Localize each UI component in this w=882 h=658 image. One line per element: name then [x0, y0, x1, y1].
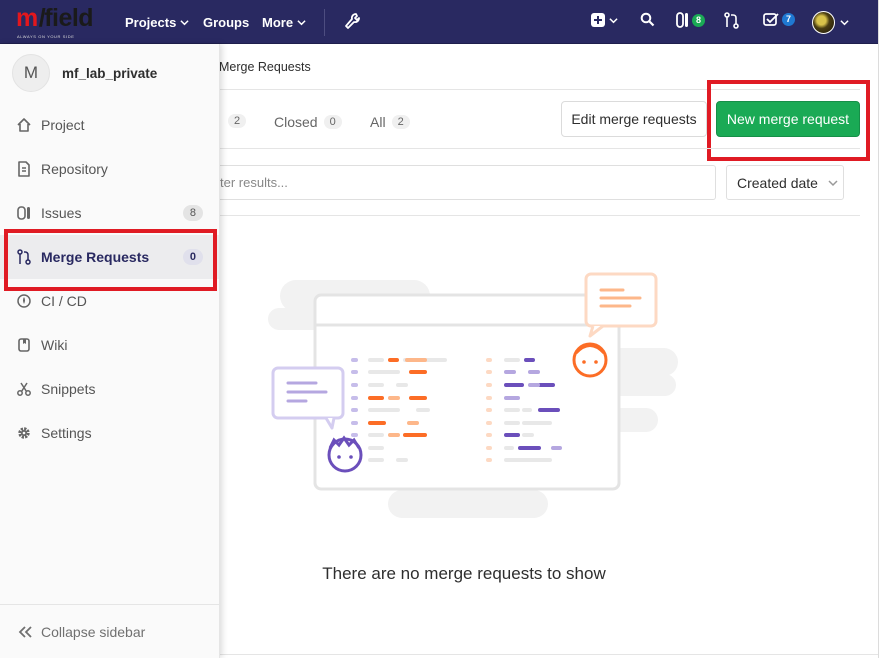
- sidebar-item-label: Issues: [41, 205, 82, 221]
- plus-square-icon: [591, 13, 605, 27]
- sidebar-item-settings[interactable]: Settings: [0, 411, 219, 455]
- nav-separator: [324, 9, 325, 36]
- sidebar-item-wiki[interactable]: Wiki: [0, 323, 219, 367]
- divider: [220, 215, 860, 216]
- sidebar-item-label: Project: [41, 117, 85, 133]
- edit-merge-requests-button[interactable]: Edit merge requests: [561, 101, 707, 137]
- rocket-icon: [16, 293, 32, 309]
- sidebar-item-label: CI / CD: [41, 293, 87, 309]
- document-icon: [16, 161, 32, 177]
- nav-groups[interactable]: Groups: [203, 15, 249, 30]
- sidebar-item-project[interactable]: Project: [0, 103, 219, 147]
- issues-icon: [16, 205, 32, 221]
- breadcrumb[interactable]: Merge Requests: [219, 60, 311, 74]
- project-header[interactable]: M mf_lab_private: [12, 54, 157, 92]
- book-icon: [16, 337, 32, 353]
- merge-requests-nav-icon[interactable]: [724, 12, 739, 29]
- chevron-down-icon: [609, 17, 618, 23]
- issues-icon: [676, 12, 688, 28]
- chevron-down-icon[interactable]: [840, 18, 849, 27]
- admin-wrench-icon[interactable]: [344, 12, 361, 31]
- sidebar-item-label: Repository: [41, 161, 108, 177]
- filter-placeholder: ter results...: [220, 175, 288, 190]
- nav-groups-label: Groups: [203, 15, 250, 30]
- window-edge: [878, 0, 882, 658]
- nav-more-dropdown[interactable]: More: [262, 15, 306, 30]
- sidebar-item-label: Snippets: [41, 381, 96, 397]
- search-icon[interactable]: [640, 12, 655, 27]
- collapse-sidebar-button[interactable]: Collapse sidebar: [0, 604, 219, 658]
- logo-tagline: ALWAYS ON YOUR SIDE: [17, 34, 75, 39]
- issues-count-badge: 8: [182, 205, 203, 221]
- top-navbar: m/field ALWAYS ON YOUR SIDE Projects Gro…: [0, 0, 878, 44]
- issues-count-badge: 8: [692, 13, 706, 27]
- logo-field: field: [44, 4, 94, 32]
- empty-state-illustration: [268, 272, 678, 518]
- project-sidebar: M mf_lab_private Project Repository Issu…: [0, 44, 220, 658]
- tab-open[interactable]: 2: [222, 114, 247, 128]
- brand-logo[interactable]: m/field ALWAYS ON YOUR SIDE: [16, 4, 102, 39]
- logo-slash: /: [38, 4, 46, 32]
- issues-nav-button[interactable]: 8: [676, 12, 706, 28]
- home-icon: [16, 117, 32, 133]
- chevron-down-icon: [180, 20, 189, 26]
- divider: [220, 148, 860, 149]
- chevron-down-icon: [828, 179, 838, 186]
- empty-state-message: There are no merge requests to show: [322, 564, 606, 583]
- tab-closed[interactable]: Closed 0: [274, 114, 342, 130]
- gear-icon: [16, 425, 32, 441]
- new-dropdown[interactable]: [590, 12, 618, 28]
- sidebar-item-label: Settings: [41, 425, 92, 441]
- project-avatar: M: [12, 54, 50, 92]
- sidebar-item-label: Wiki: [41, 337, 68, 353]
- tab-open-count: 2: [228, 114, 247, 128]
- double-chevron-left-icon: [18, 625, 32, 638]
- divider: [220, 654, 878, 655]
- filter-search-input[interactable]: ter results...: [220, 165, 716, 200]
- nav-more-label: More: [262, 15, 294, 30]
- tab-all-count: 2: [391, 115, 410, 129]
- todos-count-badge: 7: [782, 13, 796, 26]
- sidebar-item-snippets[interactable]: Snippets: [0, 367, 219, 411]
- sort-label: Created date: [737, 174, 818, 191]
- highlight-box-merge-requests: [4, 229, 217, 291]
- logo-m: m: [16, 4, 38, 32]
- scissors-icon: [16, 381, 32, 397]
- tab-all[interactable]: All 2: [370, 114, 410, 130]
- nav-projects-dropdown[interactable]: Projects: [125, 15, 189, 30]
- sidebar-item-repository[interactable]: Repository: [0, 147, 219, 191]
- tab-closed-label: Closed: [274, 114, 318, 130]
- chevron-down-icon: [297, 20, 306, 26]
- tab-closed-count: 0: [323, 115, 342, 129]
- tab-all-label: All: [370, 114, 386, 130]
- user-avatar[interactable]: [812, 11, 835, 34]
- sort-dropdown[interactable]: Created date: [726, 165, 844, 200]
- todos-nav-button[interactable]: 7: [763, 12, 796, 27]
- nav-projects-label: Projects: [125, 15, 177, 30]
- todo-check-icon: [763, 13, 779, 26]
- collapse-sidebar-label: Collapse sidebar: [41, 623, 146, 640]
- project-name: mf_lab_private: [62, 65, 158, 81]
